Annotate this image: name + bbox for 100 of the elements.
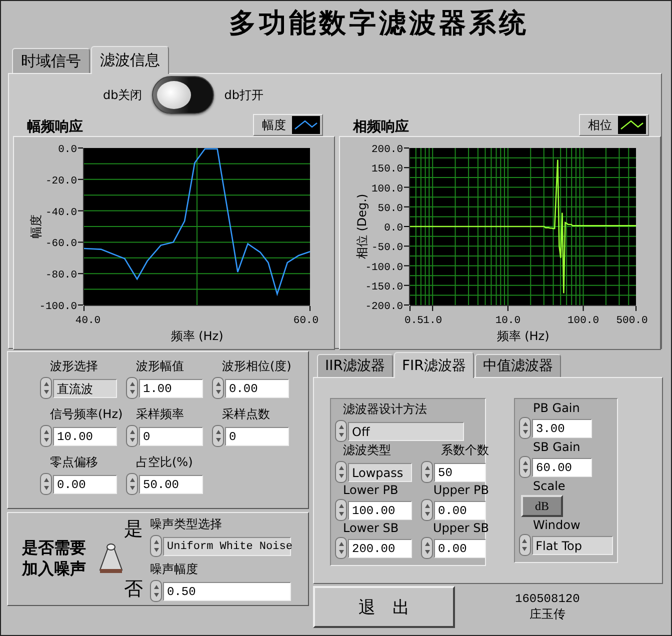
- spinner-button[interactable]: [150, 535, 162, 557]
- switch-label: 是: [124, 517, 144, 542]
- tab[interactable]: 时域信号: [12, 48, 90, 73]
- switch-label: db打开: [224, 86, 264, 104]
- numeric-field[interactable]: 100.00: [348, 500, 412, 520]
- control-label: 滤波器设计方法: [342, 401, 428, 418]
- graph-title: 相频响应: [353, 118, 409, 136]
- noise-prompt: 是否需要加入噪声: [22, 538, 87, 580]
- tab[interactable]: 中值滤波器: [474, 354, 561, 377]
- tick-label: 60.0: [293, 315, 319, 327]
- spinner-button[interactable]: [40, 377, 52, 399]
- spinner-button[interactable]: [212, 425, 224, 447]
- spinner-button[interactable]: [519, 534, 531, 556]
- legend-label: 相位: [588, 116, 612, 134]
- tick-label: 100.0: [568, 315, 600, 327]
- control-label: 系数个数: [440, 442, 489, 459]
- toggle-switch[interactable]: [152, 76, 214, 114]
- ring-selector[interactable]: Lowpass: [348, 462, 412, 482]
- graph-title: 幅频响应: [27, 118, 83, 136]
- axis-title: 幅度: [29, 214, 43, 238]
- spinner-button[interactable]: [421, 537, 433, 559]
- scale-button[interactable]: dB: [521, 495, 563, 517]
- axis-title: 频率 (Hz): [170, 329, 224, 343]
- tick-label: 0.5: [404, 315, 424, 327]
- control-label: 零点偏移: [49, 454, 99, 471]
- spinner-button[interactable]: [126, 377, 138, 399]
- tick-label: 40.0: [75, 315, 101, 327]
- line-swatch-icon: [618, 116, 646, 134]
- tick-label: 1.0: [423, 315, 442, 327]
- spinner-button[interactable]: [335, 461, 347, 483]
- control-label: 噪声幅度: [150, 561, 199, 578]
- tick-label: -80.0: [45, 270, 77, 282]
- numeric-field[interactable]: 0.00: [434, 500, 486, 520]
- numeric-field[interactable]: 0.00: [53, 474, 117, 494]
- control-label: 占空比(%): [135, 454, 194, 471]
- control-label: 采样频率: [135, 406, 185, 423]
- tick-label: 10.0: [495, 315, 521, 327]
- tick-label: 100.0: [371, 183, 403, 196]
- spinner-button[interactable]: [519, 417, 531, 439]
- line-swatch-icon: [292, 116, 320, 134]
- numeric-field[interactable]: 0.00: [225, 378, 289, 398]
- tick-label: -150.0: [365, 281, 403, 294]
- spinner-button[interactable]: [212, 377, 224, 399]
- toggle-switch[interactable]: [98, 542, 124, 576]
- numeric-field[interactable]: 10.00: [53, 426, 117, 446]
- numeric-field[interactable]: 3.00: [532, 418, 592, 438]
- exit-button[interactable]: 退 出: [313, 586, 455, 628]
- numeric-field[interactable]: 0: [139, 426, 203, 446]
- switch-label: db关闭: [103, 86, 142, 104]
- spinner-button[interactable]: [40, 473, 52, 495]
- numeric-field[interactable]: 0.00: [434, 538, 486, 558]
- tick-label: 200.0: [371, 144, 403, 156]
- tick-label: -200.0: [365, 301, 403, 313]
- tab[interactable]: FIR滤波器: [394, 352, 474, 378]
- numeric-field[interactable]: 200.00: [348, 538, 412, 558]
- spinner-button[interactable]: [126, 473, 138, 495]
- control-label: 信号频率(Hz): [49, 406, 122, 423]
- spinner-button[interactable]: [335, 499, 347, 521]
- tick-label: -50.0: [371, 242, 403, 254]
- tick-label: -20.0: [45, 175, 77, 188]
- spinner-button[interactable]: [40, 425, 52, 447]
- spinner-button[interactable]: [421, 461, 433, 483]
- legend-label: 幅度: [262, 116, 286, 134]
- spinner-button[interactable]: [335, 537, 347, 559]
- tab[interactable]: IIR滤波器: [317, 354, 393, 377]
- numeric-field[interactable]: 0.50: [163, 582, 291, 600]
- numeric-field[interactable]: 50.00: [139, 474, 203, 494]
- axis-title: 频率 (Hz): [496, 329, 550, 343]
- ring-selector[interactable]: Uniform White Noise: [163, 536, 291, 556]
- ring-selector[interactable]: 直流波: [53, 378, 117, 398]
- control-label: PB Gain: [532, 401, 581, 415]
- spinner-button[interactable]: [335, 420, 347, 442]
- spinner-button[interactable]: [421, 499, 433, 521]
- numeric-field[interactable]: 50: [434, 462, 486, 482]
- spinner-button[interactable]: [126, 425, 138, 447]
- spinner-button[interactable]: [150, 580, 162, 602]
- plot-legend[interactable]: 相位: [579, 114, 649, 136]
- switch-label: 否: [124, 577, 144, 602]
- control-label: 波形幅值: [135, 358, 185, 375]
- numeric-field[interactable]: 0: [225, 426, 289, 446]
- tab[interactable]: 滤波信息: [91, 46, 169, 74]
- control-label: Scale: [532, 479, 566, 493]
- numeric-field[interactable]: 60.00: [532, 458, 592, 476]
- control-label: 滤波类型: [342, 442, 392, 459]
- plot-legend[interactable]: 幅度: [253, 114, 323, 136]
- tick-label: -40.0: [45, 206, 77, 219]
- axis-title: 相位 (Deg.): [355, 194, 369, 260]
- ring-selector[interactable]: Flat Top: [532, 536, 613, 554]
- student-id: 160508120: [515, 592, 580, 606]
- tick-label: -60.0: [45, 238, 77, 250]
- control-label: 采样点数: [221, 406, 271, 423]
- numeric-field[interactable]: 1.00: [139, 378, 203, 398]
- control-label: SB Gain: [532, 440, 582, 454]
- spinner-button[interactable]: [519, 456, 531, 478]
- author-name: 庄玉传: [529, 606, 566, 622]
- control-label: Lower PB: [342, 483, 400, 497]
- tick-label: 0.0: [58, 144, 77, 156]
- control-label: Upper PB: [432, 483, 489, 497]
- ring-selector[interactable]: Off: [348, 422, 464, 440]
- control-label: 噪声类型选择: [150, 516, 223, 533]
